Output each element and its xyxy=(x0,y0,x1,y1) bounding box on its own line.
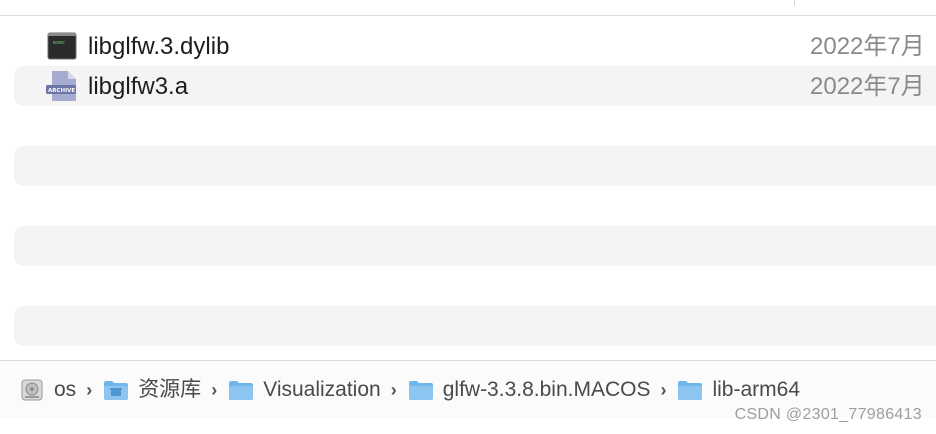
hard-disk-icon xyxy=(18,378,46,402)
file-name: libglfw.3.dylib xyxy=(88,33,230,60)
library-folder-icon xyxy=(102,378,130,402)
path-item-label: Visualization xyxy=(263,378,381,401)
path-item-glfw[interactable]: glfw-3.3.8.bin.MACOS xyxy=(407,378,651,402)
path-item-label: lib-arm64 xyxy=(712,378,800,401)
empty-row xyxy=(14,306,936,346)
path-separator: › xyxy=(211,380,218,400)
svg-text:exec: exec xyxy=(53,40,65,46)
file-name: libglfw3.a xyxy=(88,73,189,100)
path-item-visualization[interactable]: Visualization xyxy=(227,378,381,402)
path-item-library[interactable]: 资源库 xyxy=(102,378,201,402)
path-separator: › xyxy=(86,380,93,400)
path-separator: › xyxy=(390,380,397,400)
path-item-lib-arm64[interactable]: lib-arm64 xyxy=(676,378,800,402)
column-divider[interactable] xyxy=(794,0,795,6)
empty-row xyxy=(14,226,936,266)
column-header-strip xyxy=(0,0,936,16)
file-row-libglfw3-a[interactable]: ARCHIVE libglfw3.a 2022年7月 xyxy=(14,66,936,106)
path-item-label: glfw-3.3.8.bin.MACOS xyxy=(442,378,651,401)
svg-text:ARCHIVE: ARCHIVE xyxy=(48,88,75,94)
folder-icon xyxy=(407,378,435,402)
folder-icon xyxy=(676,378,704,402)
breadcrumb: os › 资源库 › Visualization › glfw-3.3.8.bi… xyxy=(18,375,800,405)
path-separator: › xyxy=(660,380,667,400)
file-date: 2022年7月 xyxy=(810,33,925,60)
folder-icon xyxy=(227,378,255,402)
file-list: exec libglfw.3.dylib 2022年7月 ARCHIVE lib… xyxy=(0,16,936,360)
path-item-label: os xyxy=(54,378,77,401)
file-row-libglfw-dylib[interactable]: exec libglfw.3.dylib 2022年7月 xyxy=(14,26,936,66)
file-date: 2022年7月 xyxy=(810,73,925,100)
path-item-label: 资源库 xyxy=(138,378,202,401)
empty-row xyxy=(14,146,936,186)
terminal-exec-icon: exec xyxy=(44,29,80,63)
archive-file-icon: ARCHIVE xyxy=(44,69,80,103)
path-item-os[interactable]: os xyxy=(18,378,76,402)
watermark: CSDN @2301_77986413 xyxy=(734,406,922,423)
